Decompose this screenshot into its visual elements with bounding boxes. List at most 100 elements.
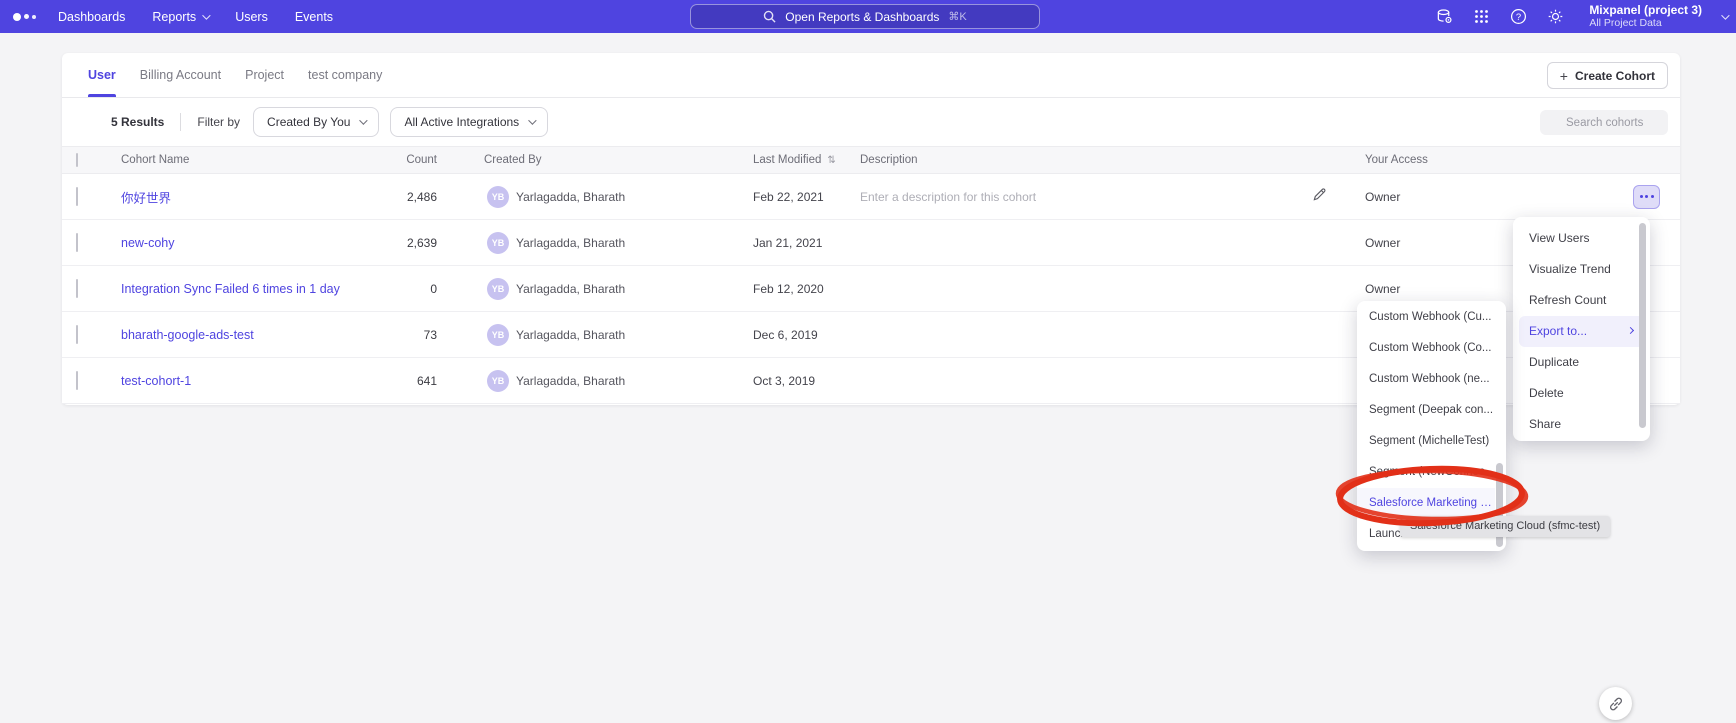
created-by-name: Yarlagadda, Bharath (516, 190, 625, 204)
submenu-chevron-right-icon (1627, 327, 1634, 334)
column-your-access: Your Access (1365, 154, 1428, 166)
cohort-type-tabs: User Billing Account Project test compan… (62, 53, 1680, 98)
table-row: 你好世界 2,486 YB Yarlagadda, Bharath Feb 22… (62, 174, 1680, 220)
row-checkbox[interactable] (76, 279, 78, 298)
submenu-item-segment-newconnec[interactable]: Segment (NewConnec... (1357, 457, 1495, 488)
cohort-name-link[interactable]: bharath-google-ads-test (121, 328, 254, 342)
integrations-filter-dropdown[interactable]: All Active Integrations (390, 107, 548, 137)
menu-item-visualize-trend[interactable]: Visualize Trend (1513, 254, 1650, 285)
menu-item-view-users[interactable]: View Users (1513, 223, 1650, 254)
project-switcher[interactable]: Mixpanel (project 3) All Project Data (1589, 4, 1702, 30)
export-destination-tooltip: Salesforce Marketing Cloud (sfmc-test) (1400, 516, 1610, 537)
tab-billing-account[interactable]: Billing Account (140, 53, 221, 97)
project-name: Mixpanel (project 3) (1589, 4, 1702, 18)
mixpanel-cohorts-screen: Dashboards Reports Users Events Open Rep… (0, 0, 1736, 723)
share-link-floating-button[interactable] (1599, 687, 1632, 720)
nav-link-dashboards[interactable]: Dashboards (58, 10, 125, 24)
column-last-modified[interactable]: Last Modified⇅ (753, 154, 836, 166)
submenu-item-segment-deepak[interactable]: Segment (Deepak con... (1357, 395, 1495, 426)
column-count: Count (312, 154, 437, 166)
created-by-filter-dropdown[interactable]: Created By You (253, 107, 379, 137)
row-checkbox[interactable] (76, 325, 78, 344)
svg-text:?: ? (1516, 12, 1521, 23)
search-shortcut: ⌘K (948, 10, 966, 23)
created-by-name: Yarlagadda, Bharath (516, 236, 625, 250)
access-level: Owner (1365, 282, 1400, 296)
menu-item-export-to[interactable]: Export to... (1519, 316, 1644, 347)
top-nav: Dashboards Reports Users Events Open Rep… (0, 0, 1736, 33)
chevron-down-icon (528, 116, 536, 124)
chevron-down-icon (202, 11, 210, 19)
menu-scrollbar-thumb[interactable] (1639, 223, 1646, 428)
menu-item-share[interactable]: Share (1513, 409, 1650, 440)
nav-links: Dashboards Reports Users Events (58, 10, 333, 24)
cohort-name-link[interactable]: test-cohort-1 (121, 374, 191, 388)
nav-right-cluster: ? Mixpanel (project 3) All Project Data (1435, 0, 1727, 33)
cohort-name-link[interactable]: 你好世界 (121, 187, 171, 206)
sort-icon: ⇅ (827, 155, 835, 166)
cohort-name-link[interactable]: Integration Sync Failed 6 times in 1 day (121, 282, 340, 296)
results-count: 5 Results (111, 115, 164, 129)
menu-item-duplicate[interactable]: Duplicate (1513, 347, 1650, 378)
data-connections-icon[interactable] (1435, 8, 1453, 26)
avatar: YB (487, 232, 509, 254)
plus-icon: + (1560, 68, 1568, 84)
access-level: Owner (1365, 190, 1400, 204)
last-modified-date: Feb 22, 2021 (753, 190, 824, 204)
row-actions-context-menu: View Users Visualize Trend Refresh Count… (1513, 217, 1650, 441)
divider (180, 113, 181, 131)
row-checkbox[interactable] (76, 371, 78, 390)
last-modified-date: Jan 21, 2021 (753, 236, 822, 250)
menu-item-delete[interactable]: Delete (1513, 378, 1650, 409)
avatar: YB (487, 324, 509, 346)
nav-link-events[interactable]: Events (295, 10, 333, 24)
project-chevron-down-icon[interactable] (1721, 11, 1729, 19)
tab-test-company[interactable]: test company (308, 53, 382, 97)
chevron-down-icon (360, 116, 368, 124)
search-icon (763, 10, 776, 23)
apps-grid-icon[interactable] (1472, 8, 1490, 26)
submenu-item-salesforce-marketing-cloud[interactable]: Salesforce Marketing C... (1357, 488, 1495, 519)
last-modified-date: Feb 12, 2020 (753, 282, 824, 296)
mixpanel-logo-icon[interactable] (13, 13, 36, 21)
cohort-count: 641 (312, 374, 437, 388)
submenu-item-custom-webhook-1[interactable]: Custom Webhook (Cu... (1357, 302, 1495, 333)
row-checkbox[interactable] (76, 187, 78, 206)
last-modified-date: Dec 6, 2019 (753, 328, 818, 342)
create-cohort-button[interactable]: + Create Cohort (1547, 62, 1668, 89)
row-checkbox[interactable] (76, 233, 78, 252)
table-row: new-cohy 2,639 YB Yarlagadda, Bharath Ja… (62, 220, 1680, 266)
edit-description-pencil-icon[interactable] (1312, 187, 1327, 207)
global-search-bar[interactable]: Open Reports & Dashboards ⌘K (690, 4, 1040, 29)
settings-gear-icon[interactable] (1546, 8, 1564, 26)
created-by-name: Yarlagadda, Bharath (516, 374, 625, 388)
tab-project[interactable]: Project (245, 53, 284, 97)
column-cohort-name: Cohort Name (121, 154, 189, 166)
avatar: YB (487, 278, 509, 300)
help-icon[interactable]: ? (1509, 8, 1527, 26)
column-description: Description (860, 154, 918, 166)
nav-link-reports[interactable]: Reports (152, 10, 208, 24)
nav-link-users[interactable]: Users (235, 10, 268, 24)
select-all-checkbox[interactable] (76, 153, 78, 167)
column-created-by: Created By (484, 154, 542, 166)
avatar: YB (487, 370, 509, 392)
filter-by-label: Filter by (197, 115, 240, 129)
search-cohorts-input[interactable] (1540, 110, 1668, 135)
menu-item-refresh-count[interactable]: Refresh Count (1513, 285, 1650, 316)
row-actions-ellipsis-button[interactable] (1633, 185, 1660, 209)
created-by-name: Yarlagadda, Bharath (516, 282, 625, 296)
submenu-item-segment-michelletest[interactable]: Segment (MichelleTest) (1357, 426, 1495, 457)
cohort-count: 0 (312, 282, 437, 296)
cohort-count: 73 (312, 328, 437, 342)
submenu-item-custom-webhook-3[interactable]: Custom Webhook (ne... (1357, 364, 1495, 395)
description-placeholder[interactable]: Enter a description for this cohort (860, 190, 1036, 204)
export-destinations-submenu: Custom Webhook (Cu... Custom Webhook (Co… (1357, 301, 1506, 551)
last-modified-date: Oct 3, 2019 (753, 374, 815, 388)
submenu-item-custom-webhook-2[interactable]: Custom Webhook (Co... (1357, 333, 1495, 364)
cohort-name-link[interactable]: new-cohy (121, 236, 175, 250)
created-by-name: Yarlagadda, Bharath (516, 328, 625, 342)
filter-bar: 5 Results Filter by Created By You All A… (62, 98, 1680, 146)
project-data-scope: All Project Data (1589, 17, 1702, 29)
tab-user[interactable]: User (88, 53, 116, 97)
